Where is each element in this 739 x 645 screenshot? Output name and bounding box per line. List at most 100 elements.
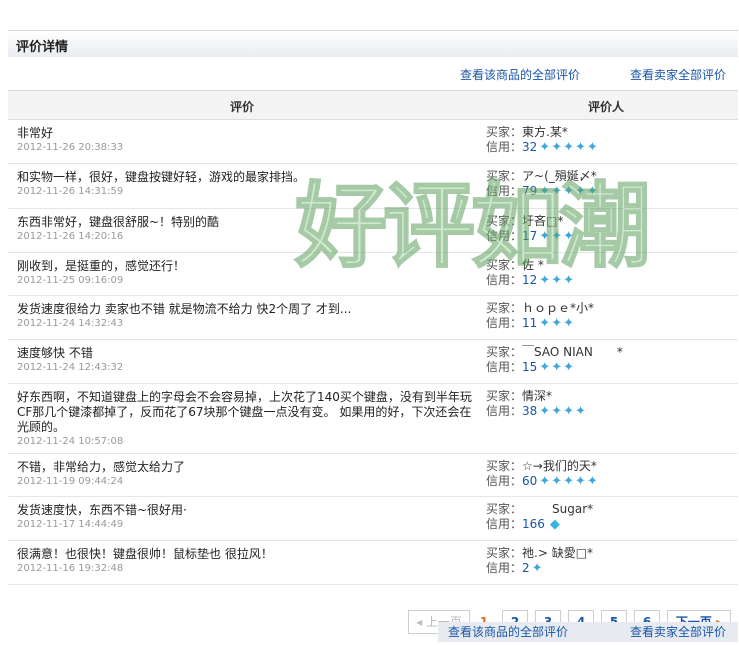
credit-rating: ✦✦✦	[539, 316, 575, 331]
star-icon: ✦	[539, 404, 551, 419]
credit-score-link[interactable]: 17	[522, 229, 537, 243]
review-row: 速度够快 不错 2012-11-24 12:43:32 买家：￣SAO NIAN *…	[8, 340, 738, 384]
buyer-name: Sugar*	[516, 502, 594, 516]
review-date: 2012-11-16 19:32:48	[17, 563, 124, 574]
review-text: 发货速度很给力 卖家也不错 就是物流不给力 快2个周了 才到...	[17, 302, 352, 316]
credit-rating: ✦✦✦	[539, 229, 575, 244]
all-seller-reviews-link[interactable]: 查看卖家全部评价	[630, 66, 726, 83]
review-comment: 好东西啊，不知道键盘上的字母会不会容易掉，上次花了140买个键盘，没有到半年玩C…	[17, 390, 472, 448]
review-panel: 评价详情 查看该商品的全部评价 查看卖家全部评价 评价 评价人 非常好 2012-…	[8, 30, 738, 645]
bottom-all-seller-reviews-link[interactable]: 查看卖家全部评价	[630, 623, 726, 640]
credit-label: 信用：	[486, 360, 523, 374]
review-text: 发货速度快，东西不错~很好用·	[17, 503, 187, 517]
column-review: 评价	[230, 100, 255, 114]
header-bar: 评价详情	[8, 30, 738, 57]
star-icon: ✦	[551, 140, 563, 155]
buyer-name: 圩吝□*	[522, 214, 564, 228]
review-row: 发货速度快，东西不错~很好用· 2012-11-17 14:44:49 买家： Su…	[8, 497, 738, 541]
buyer-label: 买家：	[486, 502, 517, 516]
credit-label: 信用：	[486, 561, 523, 575]
credit-label: 信用：	[486, 140, 523, 154]
credit-rating: ✦✦✦✦✦	[539, 140, 599, 155]
review-comment: 很满意！也很快！键盘很帅！鼠标垫也 很拉风！ 2012-11-16 19:32:4…	[17, 547, 472, 575]
buyer-name: ☆→我们的天*	[522, 459, 597, 473]
star-icon: ✦	[539, 316, 551, 331]
star-icon: ✦	[586, 140, 598, 155]
credit-rating: ◆	[547, 517, 560, 532]
review-text: 速度够快 不错	[17, 346, 93, 360]
credit-rating: ✦✦✦	[539, 360, 575, 375]
buyer-name: ア~(_殞娫〆*	[522, 169, 597, 183]
review-date: 2012-11-26 14:20:16	[17, 231, 124, 242]
star-icon: ✦	[563, 184, 575, 199]
reviewer-info: 买家：祂.> 缺愛□* 信用：2 ✦	[486, 546, 726, 576]
review-date: 2012-11-24 12:43:32	[17, 362, 124, 373]
credit-score-link[interactable]: 38	[522, 404, 537, 418]
star-icon: ✦	[586, 184, 598, 199]
star-icon: ✦	[563, 316, 575, 331]
review-row: 不错，非常给力，感觉太给力了 2012-11-19 09:44:24 买家：☆→我们…	[8, 454, 738, 497]
reviewer-info: 买家： Sugar* 信用：166 ◆	[486, 502, 726, 532]
buyer-name: ￣SAO NIAN *	[522, 345, 623, 359]
star-icon: ✦	[563, 229, 575, 244]
star-icon: ✦	[551, 229, 563, 244]
credit-score-link[interactable]: 2	[522, 561, 530, 575]
credit-score-link[interactable]: 79	[522, 184, 537, 198]
credit-label: 信用：	[486, 517, 523, 531]
credit-label: 信用：	[486, 474, 523, 488]
buyer-name: ｈｏｐｅ*小*	[522, 301, 595, 315]
reviewer-info: 买家：佐 * 信用：12 ✦✦✦	[486, 258, 726, 288]
credit-score-link[interactable]: 32	[522, 140, 537, 154]
buyer-label: 买家：	[486, 301, 523, 315]
bottom-all-product-reviews-link[interactable]: 查看该商品的全部评价	[448, 623, 568, 640]
star-icon: ✦	[539, 184, 551, 199]
reviewer-info: 买家：情深* 信用：38 ✦✦✦✦	[486, 389, 726, 419]
all-product-reviews-link[interactable]: 查看该商品的全部评价	[460, 66, 580, 83]
credit-score-link[interactable]: 12	[522, 273, 537, 287]
star-icon: ✦	[563, 273, 575, 288]
star-icon: ✦	[575, 184, 586, 199]
credit-label: 信用：	[486, 316, 523, 330]
review-comment: 发货速度很给力 卖家也不错 就是物流不给力 快2个周了 才到... 2012-11…	[17, 302, 472, 330]
reviewer-info: 买家：ア~(_殞娫〆* 信用：79 ✦✦✦✦✦	[486, 169, 726, 199]
credit-score-link[interactable]: 60	[522, 474, 537, 488]
review-row: 和实物一样，很好，键盘按键好轻，游戏的最家排挡。 2012-11-26 14:31…	[8, 164, 738, 209]
credit-rating: ✦✦✦	[539, 273, 575, 288]
credit-rating: ✦✦✦✦	[539, 404, 587, 419]
buyer-label: 买家：	[486, 125, 523, 139]
credit-score-link[interactable]: 15	[522, 360, 537, 374]
buyer-name: 情深*	[522, 389, 553, 403]
star-icon: ✦	[551, 316, 563, 331]
star-icon: ✦	[551, 273, 563, 288]
star-icon: ✦	[531, 561, 543, 576]
buyer-label: 买家：	[486, 389, 523, 403]
star-icon: ✦	[563, 404, 575, 419]
table-header: 评价 评价人	[8, 90, 738, 120]
reviewer-info: 买家：ｈｏｐｅ*小* 信用：11 ✦✦✦	[486, 301, 726, 331]
credit-score-link[interactable]: 11	[522, 316, 537, 330]
review-text: 很满意！也很快！键盘很帅！鼠标垫也 很拉风！	[17, 547, 273, 561]
buyer-label: 买家：	[486, 258, 523, 272]
star-icon: ✦	[539, 273, 551, 288]
credit-rating: ✦	[532, 561, 544, 576]
review-row: 好东西啊，不知道键盘上的字母会不会容易掉，上次花了140买个键盘，没有到半年玩C…	[8, 384, 738, 454]
buyer-name: 佐 *	[522, 258, 544, 272]
credit-label: 信用：	[486, 229, 523, 243]
buyer-label: 买家：	[486, 214, 523, 228]
review-comment: 速度够快 不错 2012-11-24 12:43:32	[17, 346, 472, 374]
buyer-label: 买家：	[486, 459, 523, 473]
diamond-icon: ◆	[549, 517, 560, 532]
star-icon: ✦	[575, 140, 586, 155]
star-icon: ✦	[551, 404, 563, 419]
star-icon: ✦	[551, 184, 563, 199]
star-icon: ✦	[575, 474, 586, 489]
star-icon: ✦	[563, 140, 575, 155]
credit-score-link[interactable]: 166	[522, 517, 545, 531]
column-reviewer: 评价人	[588, 100, 625, 114]
review-text: 东西非常好，键盘很舒服~！特别的酷	[17, 215, 220, 229]
review-comment: 和实物一样，很好，键盘按键好轻，游戏的最家排挡。 2012-11-26 14:31…	[17, 170, 472, 198]
star-icon: ✦	[575, 404, 586, 419]
credit-label: 信用：	[486, 273, 523, 287]
credit-label: 信用：	[486, 404, 523, 418]
review-date: 2012-11-24 10:57:08	[17, 436, 124, 447]
